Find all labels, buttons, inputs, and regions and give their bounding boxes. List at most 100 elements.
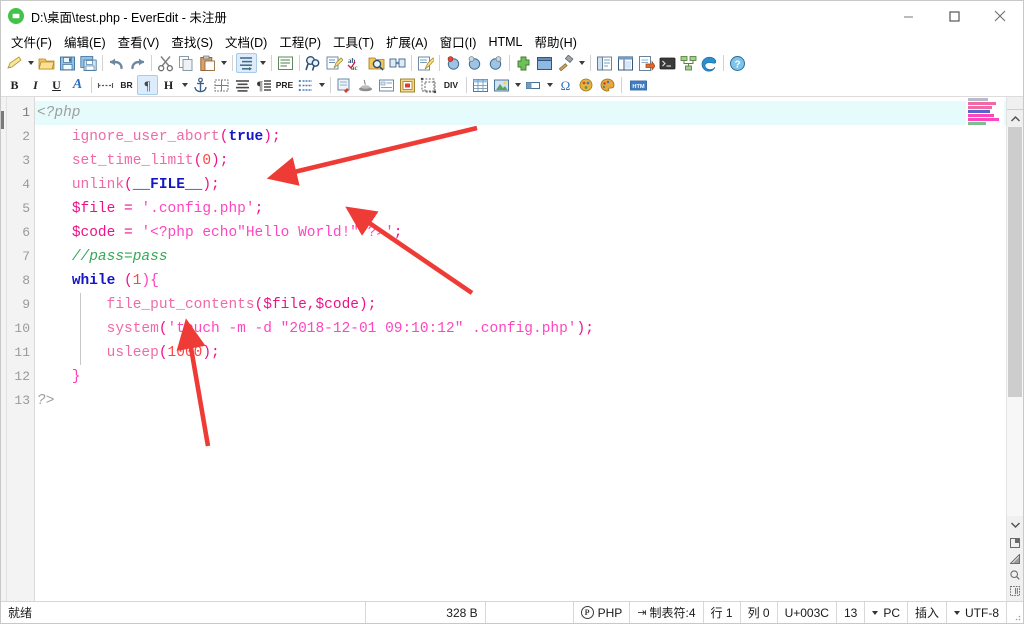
- menu-project[interactable]: 工程(P): [273, 31, 327, 52]
- code-line[interactable]: //pass=pass: [35, 245, 1006, 269]
- code-line[interactable]: usleep(1000);: [35, 341, 1006, 365]
- vertical-scrollbar[interactable]: [1006, 97, 1023, 601]
- status-language[interactable]: P PHP: [574, 602, 631, 623]
- compare-icon[interactable]: [387, 53, 408, 73]
- editor-area[interactable]: 1 2 3 4 5 6 7 8 9 10 11 12 13 <?php igno…: [1, 96, 1023, 601]
- menu-edit[interactable]: 编辑(E): [58, 31, 112, 52]
- code-line[interactable]: file_put_contents($file,$code);: [35, 293, 1006, 317]
- status-tab-setting[interactable]: ⇥ 制表符:4: [630, 602, 704, 623]
- plugin-icon[interactable]: [513, 53, 534, 73]
- page-view-icon[interactable]: [1008, 535, 1023, 551]
- preformatted-icon[interactable]: PRE: [274, 75, 295, 95]
- special-char-icon[interactable]: Ω: [555, 75, 576, 95]
- maximize-button[interactable]: [931, 1, 977, 31]
- code-line[interactable]: <?php: [35, 101, 1006, 125]
- image-dropdown-icon[interactable]: [512, 75, 523, 95]
- scrollbar-track[interactable]: [1007, 127, 1023, 516]
- indent-dropdown-icon[interactable]: [257, 53, 268, 73]
- spell-check-icon[interactable]: ab ac: [345, 53, 366, 73]
- select-region-icon[interactable]: [1008, 583, 1023, 599]
- frame-icon[interactable]: [397, 75, 418, 95]
- save-all-icon[interactable]: [78, 53, 99, 73]
- copy-icon[interactable]: [176, 53, 197, 73]
- line-break-icon[interactable]: BR: [116, 75, 137, 95]
- code-line[interactable]: while (1){: [35, 269, 1006, 293]
- paste-icon[interactable]: [197, 53, 218, 73]
- status-line-ending[interactable]: PC: [865, 602, 908, 623]
- menu-file[interactable]: 文件(F): [5, 31, 58, 52]
- console-icon[interactable]: [657, 53, 678, 73]
- find-icon[interactable]: [303, 53, 324, 73]
- scrollbar-thumb[interactable]: [1008, 127, 1022, 397]
- menu-addons[interactable]: 扩展(A): [380, 31, 434, 52]
- form-icon[interactable]: [376, 75, 397, 95]
- build-dropdown-icon[interactable]: [576, 53, 587, 73]
- java-applet-icon[interactable]: [355, 75, 376, 95]
- indent-lines-icon[interactable]: [236, 53, 257, 73]
- undo-icon[interactable]: [106, 53, 127, 73]
- replace-icon[interactable]: [324, 53, 345, 73]
- new-file-dropdown-icon[interactable]: [25, 53, 36, 73]
- open-folder-icon[interactable]: [36, 53, 57, 73]
- code-line[interactable]: ?>: [35, 389, 1006, 413]
- code-line[interactable]: $code = '<?php echo"Hello World!" ?>';: [35, 221, 1006, 245]
- code-line[interactable]: ignore_user_abort(true);: [35, 125, 1006, 149]
- close-button[interactable]: [977, 1, 1023, 31]
- build-run-icon[interactable]: [555, 53, 576, 73]
- div-icon[interactable]: DIV: [439, 75, 463, 95]
- status-insert-mode[interactable]: 插入: [908, 602, 947, 623]
- hyperlink-icon[interactable]: [334, 75, 355, 95]
- menu-search[interactable]: 查找(S): [165, 31, 219, 52]
- status-encoding[interactable]: UTF-8: [947, 602, 1007, 623]
- code-line[interactable]: unlink(__FILE__);: [35, 173, 1006, 197]
- code-line[interactable]: $file = '.config.php';: [35, 197, 1006, 221]
- align-icon[interactable]: [232, 75, 253, 95]
- list-dropdown-icon[interactable]: [316, 75, 327, 95]
- resize-corner-icon[interactable]: [1008, 551, 1023, 567]
- browser-preview-icon[interactable]: [699, 53, 720, 73]
- heading-dropdown-icon[interactable]: [179, 75, 190, 95]
- split-view-icon[interactable]: [615, 53, 636, 73]
- window-list-icon[interactable]: [534, 53, 555, 73]
- bookmark-toggle-icon[interactable]: [443, 53, 464, 73]
- anchor-icon[interactable]: [190, 75, 211, 95]
- macro-record-icon[interactable]: [415, 53, 436, 73]
- find-in-files-icon[interactable]: [366, 53, 387, 73]
- font-color-icon[interactable]: A: [67, 75, 88, 95]
- word-wrap-icon[interactable]: [275, 53, 296, 73]
- bookmark-next-icon[interactable]: [464, 53, 485, 73]
- layer-icon[interactable]: [418, 75, 439, 95]
- code-content[interactable]: <?php ignore_user_abort(true); set_time_…: [35, 97, 1006, 601]
- redo-icon[interactable]: [127, 53, 148, 73]
- form-field-icon[interactable]: [523, 75, 544, 95]
- code-line[interactable]: }: [35, 365, 1006, 389]
- minimize-button[interactable]: [885, 1, 931, 31]
- document-minimap[interactable]: [966, 97, 1004, 131]
- snippet-icon[interactable]: [678, 53, 699, 73]
- html-tidy-icon[interactable]: HTM: [625, 75, 651, 95]
- color-picker-icon[interactable]: [576, 75, 597, 95]
- form-field-dropdown-icon[interactable]: [544, 75, 555, 95]
- bold-icon[interactable]: B: [4, 75, 25, 95]
- horizontal-rule-icon[interactable]: [95, 75, 116, 95]
- menu-help[interactable]: 帮助(H): [529, 31, 583, 52]
- paragraph-icon[interactable]: ¶: [137, 75, 158, 95]
- menu-view[interactable]: 查看(V): [112, 31, 166, 52]
- resize-grip[interactable]: [1007, 602, 1023, 623]
- menu-html[interactable]: HTML: [482, 34, 528, 50]
- table-grid-icon[interactable]: [211, 75, 232, 95]
- export-icon[interactable]: [636, 53, 657, 73]
- cut-icon[interactable]: [155, 53, 176, 73]
- menu-tools[interactable]: 工具(T): [327, 31, 380, 52]
- insert-image-icon[interactable]: [491, 75, 512, 95]
- code-line[interactable]: system('touch -m -d "2018-12-01 09:10:12…: [35, 317, 1006, 341]
- zoom-search-icon[interactable]: [1008, 567, 1023, 583]
- save-icon[interactable]: [57, 53, 78, 73]
- palette-icon[interactable]: [597, 75, 618, 95]
- blockquote-icon[interactable]: ¶: [253, 75, 274, 95]
- outline-panel-icon[interactable]: [594, 53, 615, 73]
- help-icon[interactable]: ?: [727, 53, 748, 73]
- code-line[interactable]: set_time_limit(0);: [35, 149, 1006, 173]
- insert-table-icon[interactable]: [470, 75, 491, 95]
- menu-document[interactable]: 文档(D): [219, 31, 273, 52]
